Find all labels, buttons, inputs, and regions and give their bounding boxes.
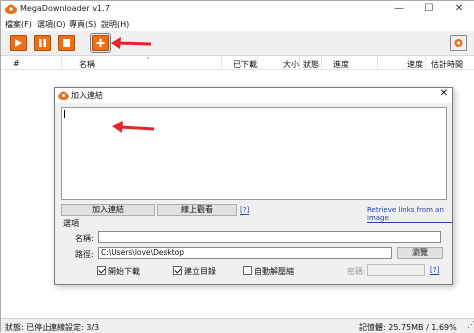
col-index[interactable]: # bbox=[13, 59, 20, 68]
menu-file[interactable]: 檔案(F) bbox=[5, 19, 32, 30]
create-folder-label: 建立目錄 bbox=[184, 267, 216, 276]
maximize-button[interactable]: ☐ bbox=[414, 1, 444, 18]
stop-icon bbox=[63, 39, 70, 47]
play-icon bbox=[15, 39, 22, 47]
options-title: 選項 bbox=[63, 219, 79, 228]
menu-pages[interactable]: 專頁(S) bbox=[69, 19, 96, 30]
col-downloaded[interactable]: 已下載 bbox=[233, 59, 257, 70]
col-name[interactable]: 名稱 bbox=[79, 59, 95, 70]
pause-button[interactable] bbox=[34, 35, 51, 51]
red-arrow-icon bbox=[111, 37, 152, 49]
browse-button[interactable]: 瀏覽 bbox=[397, 247, 443, 259]
start-button[interactable] bbox=[10, 35, 27, 51]
download-list-header: # 名稱 ⌃ 已下載 大小 狀態 進度 速度 估計時間 bbox=[1, 56, 474, 70]
status-state: 狀態: 已停止 bbox=[5, 323, 51, 332]
add-link-button[interactable] bbox=[90, 33, 111, 53]
menu-bar: 檔案(F) 選項(O) 專頁(S) 說明(H) bbox=[1, 18, 474, 31]
add-icon bbox=[96, 39, 105, 47]
start-download-checkbox[interactable] bbox=[97, 266, 106, 275]
name-label: 名稱: bbox=[75, 234, 94, 243]
stop-button[interactable] bbox=[58, 35, 75, 51]
name-input[interactable] bbox=[98, 231, 441, 243]
dialog-close-button[interactable]: ✕ bbox=[440, 88, 448, 99]
watch-online-button[interactable]: 線上觀看 bbox=[157, 204, 237, 216]
red-arrow-icon bbox=[112, 121, 155, 133]
pause-icon bbox=[39, 39, 46, 47]
resize-grip-icon[interactable]: ⋰ bbox=[467, 320, 474, 329]
minimize-button[interactable]: — bbox=[384, 1, 414, 18]
title-bar: MegaDownloader v1.7 — ☐ ✕ bbox=[1, 1, 474, 18]
col-eta[interactable]: 估計時間 bbox=[431, 59, 463, 70]
status-bar: 狀態: 已停止 連線設定: 3/3 記憶體: 25.75MB / 1.69% ⋰ bbox=[1, 318, 474, 333]
settings-icon bbox=[454, 39, 463, 47]
col-status[interactable]: 狀態 bbox=[303, 59, 319, 70]
create-folder-checkbox[interactable] bbox=[173, 266, 182, 275]
menu-options[interactable]: 選項(O) bbox=[37, 19, 66, 30]
password-label: 密碼: bbox=[347, 267, 366, 276]
menu-help[interactable]: 說明(H) bbox=[101, 19, 129, 30]
auto-extract-checkbox[interactable] bbox=[243, 266, 252, 275]
app-logo-icon bbox=[58, 91, 69, 100]
options-group: 選項 名稱: 路徑: C:\Users\love\Desktop 瀏覽 開始下載… bbox=[61, 217, 447, 281]
links-textarea[interactable] bbox=[61, 107, 447, 200]
toolbar bbox=[1, 31, 474, 56]
col-speed[interactable]: 速度 bbox=[407, 59, 423, 70]
col-size[interactable]: 大小 bbox=[283, 59, 299, 70]
text-caret bbox=[64, 110, 65, 118]
add-links-button[interactable]: 加入連結 bbox=[61, 204, 155, 216]
status-connections: 連線設定: 3/3 bbox=[49, 323, 100, 332]
add-links-dialog: 加入連結 ✕ 加入連結 線上觀看 [?] Retrieve links from… bbox=[54, 87, 453, 285]
col-progress[interactable]: 進度 bbox=[333, 59, 349, 70]
path-label: 路徑: bbox=[75, 250, 94, 259]
help-link[interactable]: [?] bbox=[240, 206, 250, 215]
close-button[interactable]: ✕ bbox=[444, 1, 474, 18]
sort-caret-icon: ⌃ bbox=[145, 56, 151, 64]
auto-extract-label: 自動解壓縮 bbox=[254, 267, 294, 276]
start-download-label: 開始下載 bbox=[108, 267, 140, 276]
settings-button[interactable] bbox=[450, 35, 467, 51]
status-memory: 記憶體: 25.75MB / 1.69% bbox=[359, 323, 457, 332]
path-input[interactable]: C:\Users\love\Desktop bbox=[98, 247, 392, 259]
app-logo-icon bbox=[5, 4, 17, 14]
window-title: MegaDownloader v1.7 bbox=[20, 4, 110, 13]
password-help-link[interactable]: [?] bbox=[430, 266, 440, 275]
dialog-title-bar: 加入連結 ✕ bbox=[55, 88, 452, 103]
password-input[interactable] bbox=[367, 264, 425, 276]
dialog-title: 加入連結 bbox=[71, 91, 103, 100]
